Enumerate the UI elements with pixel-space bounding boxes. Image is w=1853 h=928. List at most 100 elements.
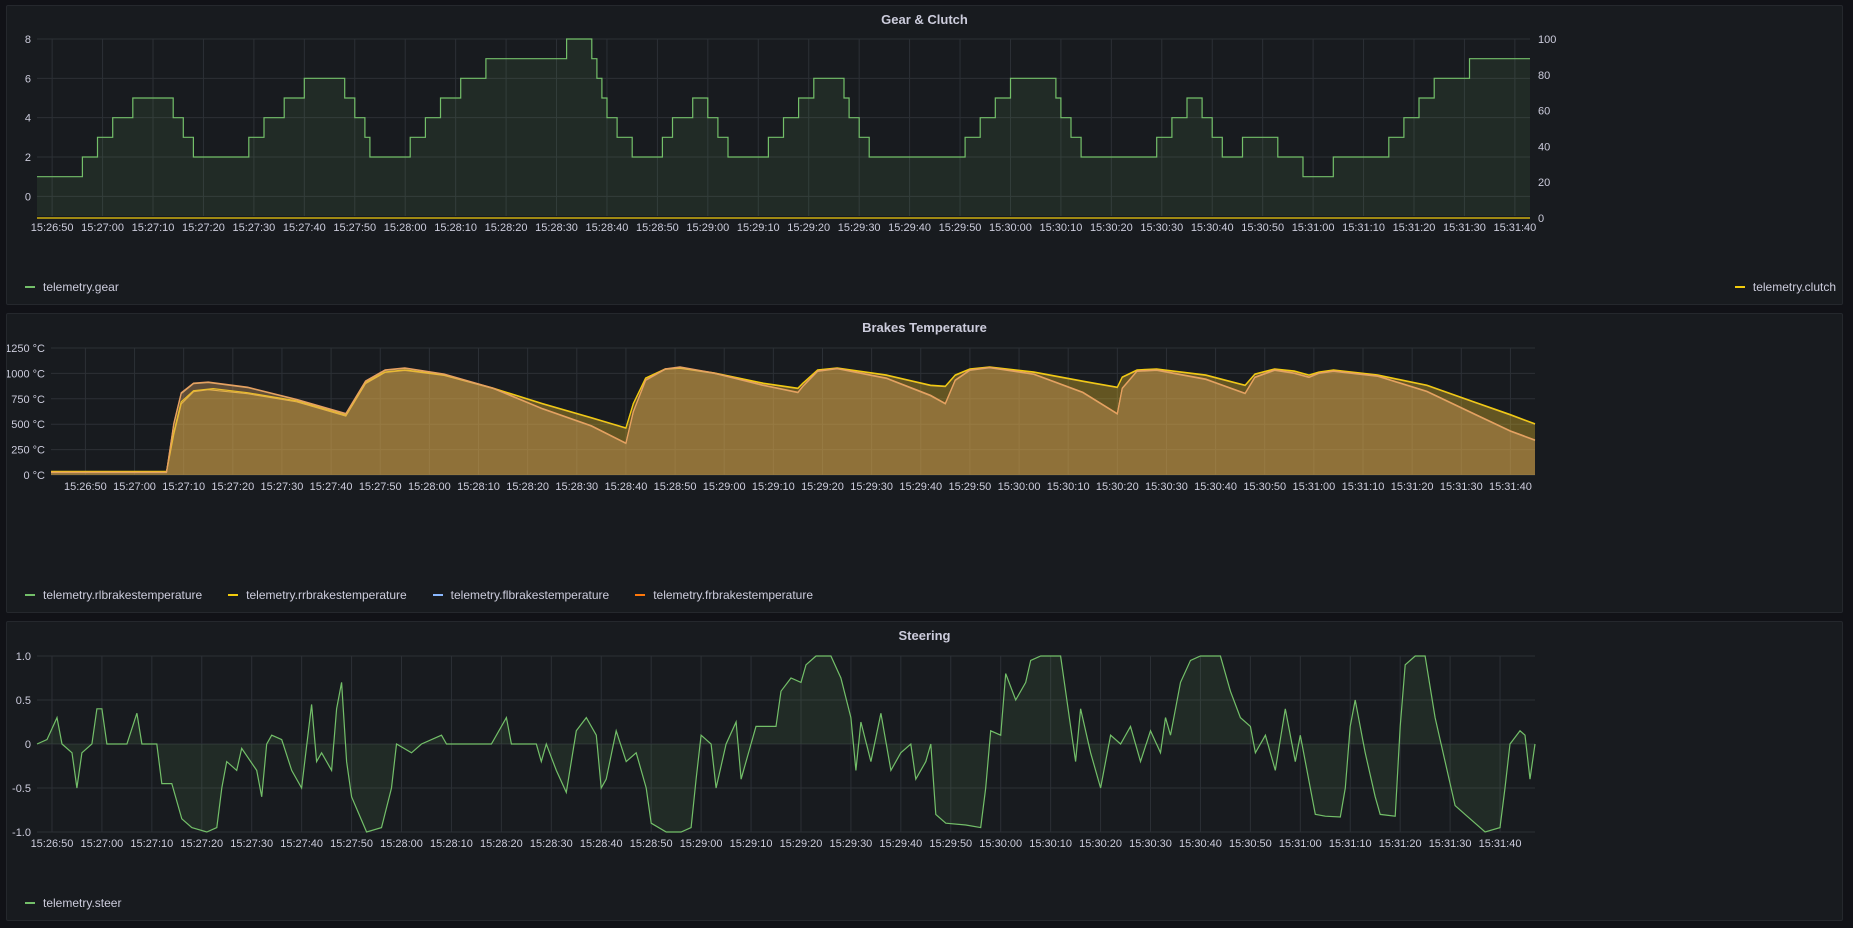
- x-tick-label: 15:27:40: [280, 838, 323, 850]
- x-tick-label: 15:27:10: [162, 481, 205, 493]
- x-tick-label: 15:27:50: [330, 838, 373, 850]
- x-tick-label: 15:27:40: [310, 481, 353, 493]
- y-right-tick-label: 60: [1538, 106, 1550, 118]
- x-tick-label: 15:29:30: [838, 222, 881, 234]
- x-tick-label: 15:29:00: [680, 838, 723, 850]
- x-tick-label: 15:27:30: [261, 481, 304, 493]
- x-tick-label: 15:29:50: [948, 481, 991, 493]
- x-tick-label: 15:31:10: [1342, 222, 1385, 234]
- x-tick-label: 15:31:30: [1440, 481, 1483, 493]
- x-tick-label: 15:27:20: [180, 838, 223, 850]
- x-tick-label: 15:31:20: [1393, 222, 1436, 234]
- x-tick-label: 15:28:40: [586, 222, 629, 234]
- x-tick-label: 15:26:50: [31, 838, 74, 850]
- x-tick-label: 15:27:10: [132, 222, 175, 234]
- series-area: [51, 366, 1535, 475]
- legend-item[interactable]: telemetry.rrbrakestemperature: [228, 588, 407, 602]
- legend-item[interactable]: telemetry.clutch: [1734, 280, 1836, 294]
- y-right-tick-label: 80: [1538, 70, 1550, 82]
- x-tick-label: 15:29:10: [752, 481, 795, 493]
- legend-swatch: [25, 286, 35, 288]
- y-tick-label: 0: [25, 739, 31, 751]
- x-tick-label: 15:30:00: [989, 222, 1032, 234]
- legend-item[interactable]: telemetry.rlbrakestemperature: [25, 588, 202, 602]
- x-tick-label: 15:29:00: [703, 481, 746, 493]
- legend-swatch: [1734, 286, 1745, 288]
- x-tick-label: 15:28:50: [636, 222, 679, 234]
- legend-label: telemetry.rlbrakestemperature: [43, 588, 203, 602]
- x-tick-label: 15:31:40: [1489, 481, 1532, 493]
- y-right-tick-label: 20: [1538, 177, 1550, 189]
- x-tick-label: 15:27:00: [81, 222, 124, 234]
- x-tick-label: 15:30:20: [1079, 838, 1122, 850]
- legend-swatch: [432, 594, 443, 596]
- x-tick-label: 15:27:20: [211, 481, 254, 493]
- x-tick-label: 15:30:10: [1029, 838, 1072, 850]
- x-tick-label: 15:29:30: [850, 481, 893, 493]
- x-tick-label: 15:27:50: [333, 222, 376, 234]
- y-tick-label: 4: [25, 113, 31, 125]
- legend-swatch: [635, 594, 646, 596]
- x-tick-label: 15:30:20: [1090, 222, 1133, 234]
- y-tick-label: -0.5: [12, 783, 31, 795]
- x-tick-label: 15:28:00: [380, 838, 423, 850]
- y-tick-label: 1250 °C: [7, 343, 45, 355]
- legend-item[interactable]: telemetry.frbrakestemperature: [635, 588, 813, 602]
- x-tick-label: 15:31:00: [1292, 222, 1335, 234]
- x-tick-label: 15:29:50: [929, 838, 972, 850]
- x-tick-label: 15:29:20: [787, 222, 830, 234]
- x-tick-label: 15:27:50: [359, 481, 402, 493]
- legend-right: telemetry.clutch: [1734, 280, 1836, 294]
- legend-label: telemetry.rrbrakestemperature: [246, 588, 407, 602]
- steering-chart: -1.0 -0.5 0 0.5 1.0 15:26:50 15:27:00 15:27:10 1…: [12, 651, 1536, 850]
- x-tick-label: 15:31:10: [1342, 481, 1385, 493]
- x-tick-label: 15:30:00: [998, 481, 1041, 493]
- x-tick-label: 15:30:30: [1129, 838, 1172, 850]
- x-tick-label: 15:27:30: [232, 222, 275, 234]
- legend-label: telemetry.gear: [43, 280, 119, 294]
- y-tick-label: 0.5: [16, 695, 31, 707]
- x-tick-label: 15:30:40: [1194, 481, 1237, 493]
- legend-left: telemetry.steer: [25, 896, 121, 910]
- brakes-temperature-panel: Brakes Temperature 0 °C 250 °C 500 °C 750 °…: [6, 313, 1843, 613]
- series-area: [37, 656, 1535, 832]
- x-tick-label: 15:28:30: [555, 481, 598, 493]
- y-tick-label: 0 °C: [23, 470, 45, 482]
- x-tick-label: 15:29:40: [888, 222, 931, 234]
- legend-item[interactable]: telemetry.steer: [25, 896, 121, 910]
- x-tick-label: 15:26:50: [64, 481, 107, 493]
- x-tick-label: 15:30:20: [1096, 481, 1139, 493]
- x-tick-label: 15:27:00: [80, 838, 123, 850]
- x-tick-label: 15:29:20: [780, 838, 823, 850]
- legend-item[interactable]: telemetry.flbrakestemperature: [432, 588, 609, 602]
- x-tick-label: 15:29:00: [686, 222, 729, 234]
- x-tick-label: 15:29:10: [730, 838, 773, 850]
- x-tick-label: 15:30:50: [1241, 222, 1284, 234]
- x-tick-label: 15:28:50: [654, 481, 697, 493]
- x-tick-label: 15:31:20: [1379, 838, 1422, 850]
- x-tick-label: 15:30:00: [979, 838, 1022, 850]
- x-tick-label: 15:28:10: [430, 838, 473, 850]
- y-right-tick-label: 40: [1538, 141, 1550, 153]
- y-tick-label: 500 °C: [11, 419, 45, 431]
- legend-label: telemetry.clutch: [1752, 280, 1836, 294]
- brakes-temperature-chart: 0 °C 250 °C 500 °C 750 °C 1000 °C 1250 °C 15:2…: [7, 343, 1536, 493]
- legend-label: telemetry.steer: [43, 896, 122, 910]
- legend-item[interactable]: telemetry.gear: [25, 280, 119, 294]
- legend-left: telemetry.rlbrakestemperature telemetry.r…: [25, 588, 813, 602]
- x-tick-label: 15:31:10: [1329, 838, 1372, 850]
- y-tick-label: 6: [25, 73, 31, 85]
- legend-swatch: [25, 902, 35, 904]
- x-tick-label: 15:31:00: [1279, 838, 1322, 850]
- x-tick-label: 15:30:10: [1040, 222, 1083, 234]
- y-tick-label: 2: [25, 152, 31, 164]
- x-tick-label: 15:31:30: [1429, 838, 1472, 850]
- y-tick-label: 1.0: [16, 651, 31, 663]
- x-tick-label: 15:27:00: [113, 481, 156, 493]
- y-tick-label: -1.0: [12, 827, 31, 839]
- gear-clutch-chart: 0246802040608010015:26:50 15:27:00 15:27:1…: [25, 34, 1556, 234]
- x-tick-label: 15:29:30: [829, 838, 872, 850]
- x-tick-label: 15:28:00: [408, 481, 451, 493]
- x-tick-label: 15:26:50: [31, 222, 74, 234]
- gear-clutch-panel: Gear & Clutch 0 2 4 6 8 0 20 40 60 80 100 15:26:50 1…: [6, 5, 1843, 305]
